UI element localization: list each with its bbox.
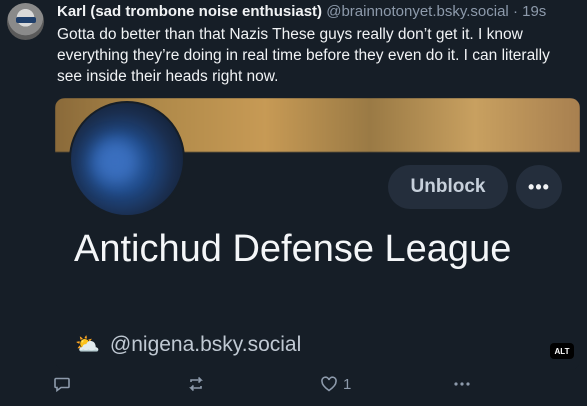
reply-icon [54, 377, 70, 393]
profile-avatar [69, 101, 185, 217]
profile-handle-row: ⛅ @nigena.bsky.social [75, 332, 301, 357]
post-text: Gotta do better than that Nazis These gu… [57, 26, 550, 85]
like-icon [321, 376, 337, 392]
like-button[interactable]: 1 [320, 375, 351, 393]
profile-avatar-blur [93, 139, 138, 184]
alt-badge[interactable]: ALT [550, 343, 574, 359]
post-actions: 1 [0, 370, 587, 400]
header-separator: · [512, 3, 518, 20]
embedded-profile-image[interactable]: Unblock ••• Antichud Defense League ⛅ @n… [55, 98, 580, 370]
author-handle[interactable]: @brainnotonyet.bsky.social [326, 3, 509, 20]
profile-more-button: ••• [516, 165, 562, 209]
author-avatar[interactable] [7, 3, 44, 40]
unblock-button: Unblock [388, 165, 508, 209]
avatar-glasses [16, 17, 36, 23]
profile-display-name: Antichud Defense League [74, 228, 512, 270]
repost-icon [189, 376, 203, 392]
more-options-icon [454, 382, 470, 386]
reply-button[interactable] [53, 375, 71, 393]
sun-icon: ⛅ [75, 334, 100, 356]
repost-button[interactable] [187, 375, 205, 393]
post-timestamp[interactable]: 19s [522, 3, 546, 20]
like-count: 1 [343, 375, 352, 393]
post-header: Karl (sad trombone noise enthusiast) @br… [57, 3, 546, 21]
profile-handle: @nigena.bsky.social [109, 332, 302, 356]
author-display-name[interactable]: Karl (sad trombone noise enthusiast) [57, 3, 322, 20]
post-more-button[interactable] [452, 375, 472, 393]
